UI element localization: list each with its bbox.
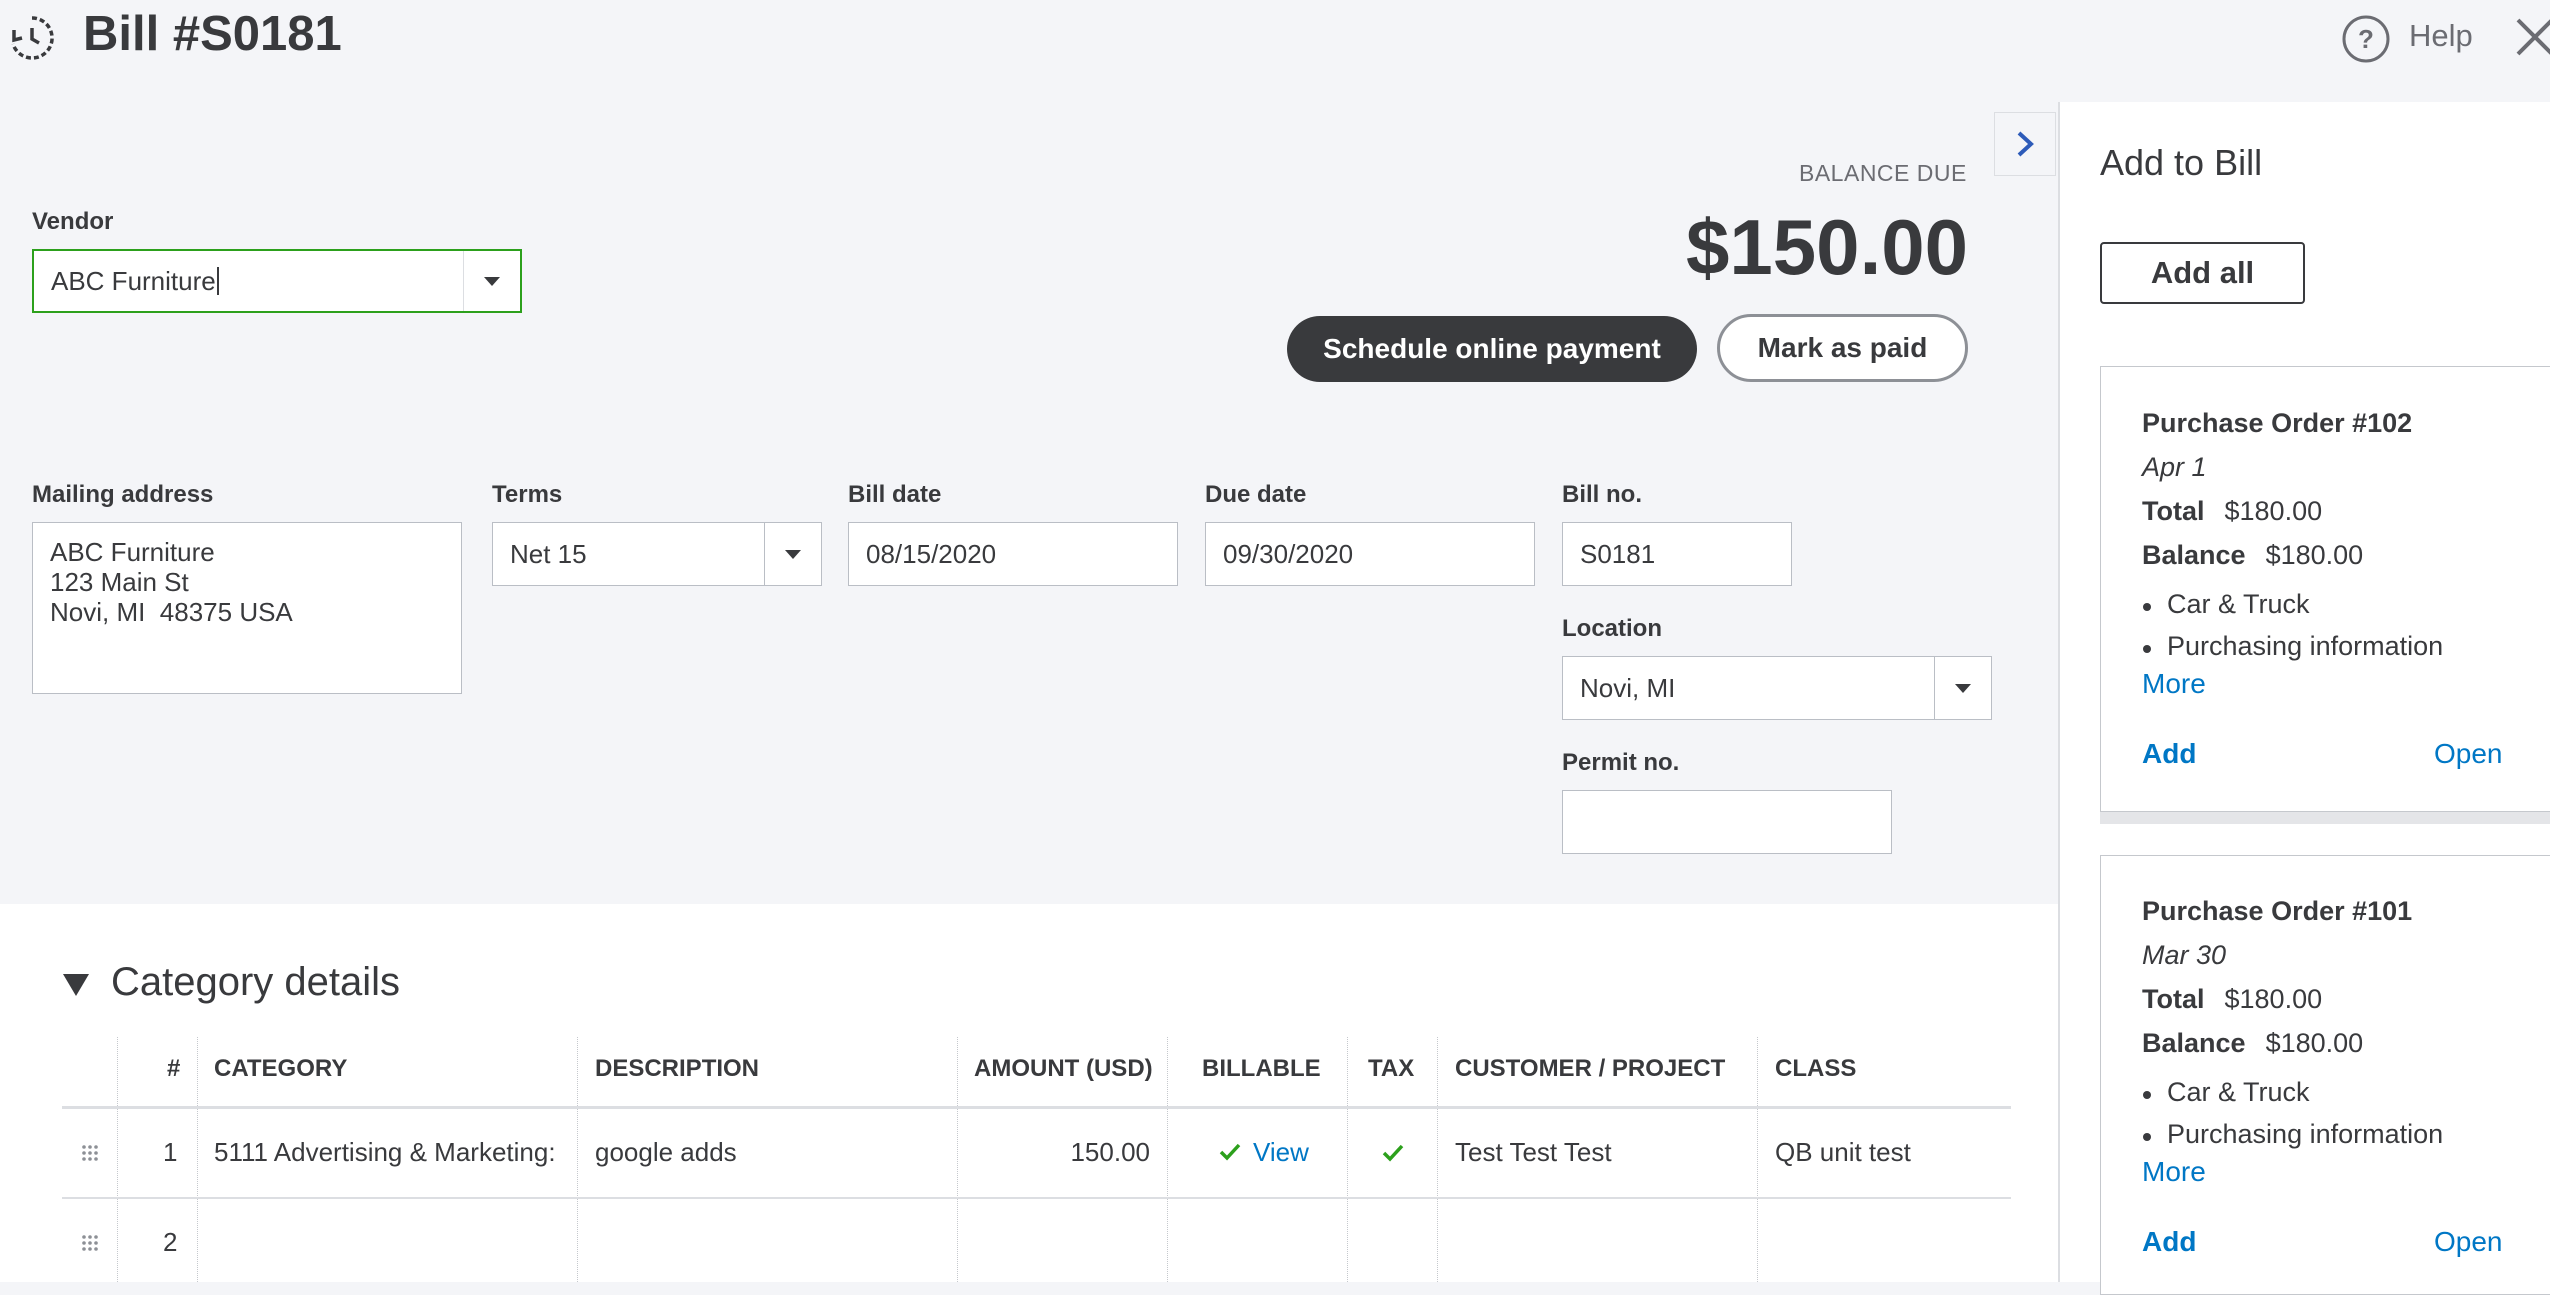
vendor-dropdown-toggle[interactable]	[463, 251, 520, 311]
header-bar	[0, 0, 2550, 80]
purchase-order-item: Purchasing information	[2142, 1119, 2444, 1149]
column-divider	[117, 1037, 118, 1282]
open-po-link[interactable]: Open	[2434, 1226, 2503, 1258]
purchase-order-date: Apr 1	[2142, 452, 2207, 482]
purchase-order-item: Purchasing information	[2142, 631, 2444, 661]
column-divider	[197, 1037, 198, 1282]
purchase-order-item: Car & Truck	[2143, 589, 2310, 619]
column-divider	[1757, 1037, 1758, 1282]
vendor-label: Vendor	[32, 208, 114, 235]
collapse-panel-button[interactable]	[1994, 112, 2056, 176]
help-icon[interactable]: ?	[2341, 14, 2391, 64]
schedule-online-payment-button[interactable]: Schedule online payment	[1287, 316, 1697, 382]
mailing-address-line2: 123 Main St	[50, 567, 189, 597]
row-customer-project[interactable]: Test Test Test	[1455, 1137, 1612, 1168]
purchase-order-total: Total $180.00	[2142, 984, 2323, 1014]
terms-select[interactable]: Net 15	[492, 522, 822, 586]
mark-as-paid-button[interactable]: Mark as paid	[1717, 314, 1968, 382]
help-link[interactable]: Help	[2409, 18, 2473, 54]
purchase-order-title: Purchase Order #101	[2142, 896, 2413, 926]
bill-no-input[interactable]: S0181	[1562, 522, 1792, 586]
add-to-bill-title: Add to Bill	[2100, 142, 2263, 183]
purchase-order-item: Car & Truck	[2143, 1077, 2310, 1107]
row-class[interactable]: QB unit test	[1775, 1137, 1911, 1168]
column-header-tax: TAX	[1368, 1055, 1415, 1082]
mailing-address-line3: Novi, MI 48375 USA	[50, 597, 293, 627]
row-number: 2	[163, 1227, 178, 1257]
mailing-address-line1: ABC Furniture	[50, 537, 215, 567]
terms-value: Net 15	[510, 538, 587, 569]
purchase-order-title: Purchase Order #102	[2142, 408, 2413, 438]
chevron-down-icon	[1955, 683, 1971, 693]
due-date-label: Due date	[1205, 481, 1307, 508]
add-po-link[interactable]: Add	[2142, 1226, 2196, 1258]
add-po-link[interactable]: Add	[2142, 738, 2196, 770]
column-header-number: #	[167, 1055, 181, 1082]
history-icon[interactable]	[6, 12, 58, 64]
vendor-select[interactable]: ABC Furniture	[32, 249, 522, 313]
purchase-order-balance: Balance $180.00	[2142, 540, 2364, 570]
mailing-address-label: Mailing address	[32, 481, 214, 508]
table-row-divider	[62, 1197, 2011, 1199]
column-header-description: DESCRIPTION	[595, 1055, 760, 1082]
billable-check-icon[interactable]	[1218, 1141, 1242, 1163]
drag-handle-icon[interactable]	[80, 1143, 100, 1163]
due-date-input[interactable]: 09/30/2020	[1205, 522, 1535, 586]
column-header-amount: AMOUNT (USD)	[974, 1055, 1153, 1082]
location-label: Location	[1562, 615, 1662, 642]
terms-label: Terms	[492, 481, 563, 508]
tax-check-icon[interactable]	[1381, 1142, 1405, 1164]
column-header-class: CLASS	[1775, 1055, 1857, 1082]
purchase-order-date: Mar 30	[2142, 940, 2227, 970]
page-title: Bill #S0181	[83, 7, 342, 61]
permit-no-label: Permit no.	[1562, 749, 1680, 776]
balance-due-label: BALANCE DUE	[1799, 160, 1967, 186]
location-select[interactable]: Novi, MI	[1562, 656, 1992, 720]
purchase-order-total: Total $180.00	[2142, 496, 2323, 526]
bill-date-label: Bill date	[848, 481, 942, 508]
chevron-down-icon	[785, 549, 801, 559]
location-dropdown-toggle[interactable]	[1934, 657, 1991, 719]
column-header-category: CATEGORY	[214, 1055, 348, 1082]
chevron-right-icon	[2017, 131, 2034, 157]
column-divider	[1437, 1037, 1438, 1282]
text-cursor	[216, 267, 219, 295]
bill-date-input[interactable]: 08/15/2020	[848, 522, 1178, 586]
balance-due-amount: $150.00	[1686, 203, 1968, 291]
row-category[interactable]: 5111 Advertising & Marketing:	[214, 1137, 574, 1168]
table-header-divider	[62, 1106, 2011, 1109]
drag-handle-icon[interactable]	[80, 1233, 100, 1253]
add-all-button[interactable]: Add all	[2100, 242, 2305, 304]
bill-no-value: S0181	[1580, 538, 1656, 569]
bill-date-value: 08/15/2020	[866, 538, 997, 569]
close-icon[interactable]	[2510, 12, 2550, 62]
card-shadow	[2100, 812, 2550, 824]
bill-no-label: Bill no.	[1562, 481, 1642, 508]
terms-dropdown-toggle[interactable]	[764, 523, 821, 585]
location-value: Novi, MI	[1580, 672, 1676, 703]
vendor-value: ABC Furniture	[51, 265, 216, 296]
column-header-billable: BILLABLE	[1202, 1055, 1321, 1082]
category-details-title[interactable]: Category details	[111, 960, 400, 1005]
row-number: 1	[163, 1137, 178, 1167]
chevron-down-icon	[484, 276, 500, 286]
svg-text:?: ?	[2358, 24, 2374, 54]
more-link[interactable]: More	[2142, 668, 2206, 700]
column-divider	[1167, 1037, 1168, 1282]
due-date-value: 09/30/2020	[1223, 538, 1354, 569]
column-divider	[577, 1037, 578, 1282]
row-amount[interactable]: 150.00	[957, 1137, 1150, 1168]
column-divider	[1347, 1037, 1348, 1282]
column-header-customer-project: CUSTOMER / PROJECT	[1455, 1055, 1726, 1082]
purchase-order-balance: Balance $180.00	[2142, 1028, 2364, 1058]
collapse-triangle-icon[interactable]	[63, 974, 89, 996]
row-description[interactable]: google adds	[595, 1137, 737, 1168]
mailing-address-field[interactable]: ABC Furniture 123 Main St Novi, MI 48375…	[32, 522, 462, 694]
open-po-link[interactable]: Open	[2434, 738, 2503, 770]
permit-no-input[interactable]	[1562, 790, 1892, 854]
more-link[interactable]: More	[2142, 1156, 2206, 1188]
billable-view-link[interactable]: View	[1253, 1137, 1309, 1168]
